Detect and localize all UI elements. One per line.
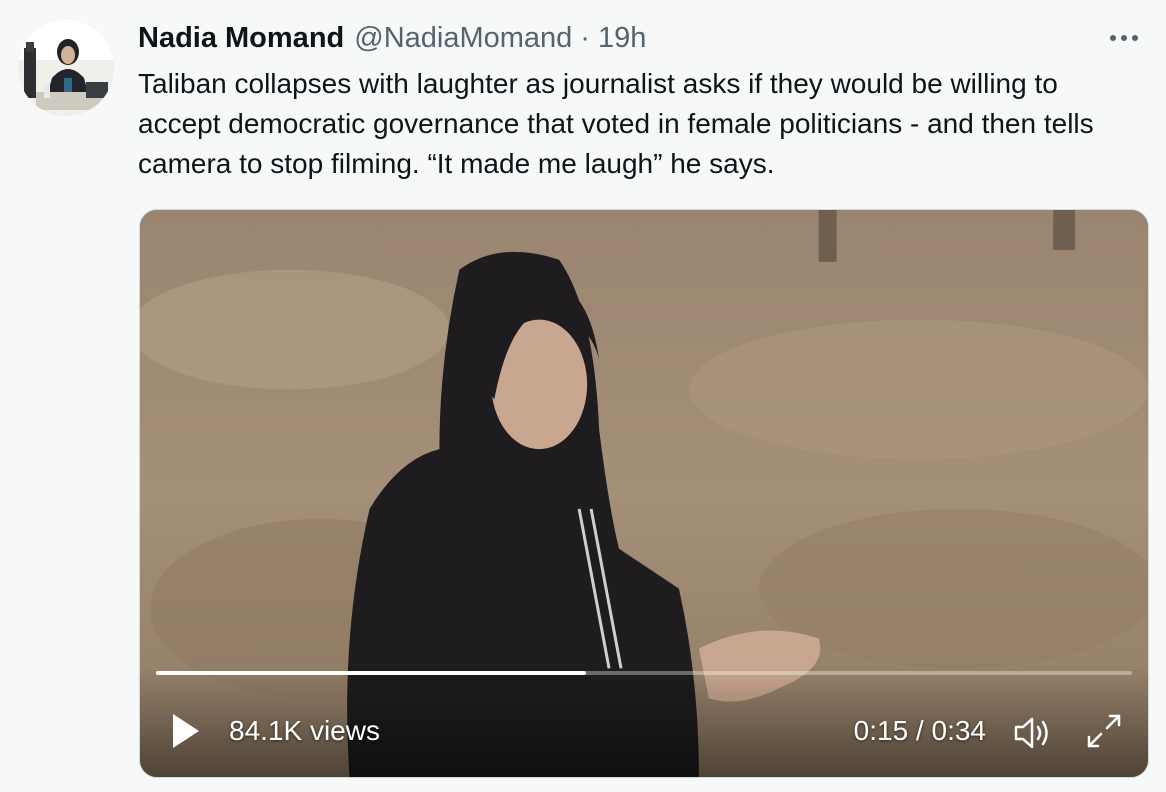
video-player[interactable]: 84.1K views 0:15 / 0:34 — [139, 209, 1149, 778]
view-count: 84.1K views — [229, 715, 380, 746]
play-icon[interactable] — [170, 711, 202, 751]
separator-dot: · — [580, 22, 590, 54]
tweet-header: Nadia Momand @NadiaMomand · 19h — [138, 22, 646, 58]
volume-icon[interactable] — [1012, 715, 1052, 751]
video-progress-fill — [156, 671, 587, 675]
avatar[interactable] — [18, 20, 114, 116]
tweet-timestamp[interactable]: 19h — [598, 22, 646, 55]
video-timecode: 0:15 / 0:34 — [853, 715, 986, 746]
fullscreen-icon[interactable] — [1084, 711, 1124, 751]
video-progress-bar[interactable] — [156, 671, 1132, 675]
more-dot — [1132, 35, 1138, 41]
author-handle[interactable]: @NadiaMomand — [354, 22, 572, 55]
more-dot — [1110, 35, 1116, 41]
tweet-text: Taliban collapses with laughter as journ… — [138, 68, 1094, 179]
author-name[interactable]: Nadia Momand — [138, 22, 344, 55]
avatar-image — [18, 20, 114, 116]
more-icon[interactable] — [1104, 20, 1144, 56]
more-dot — [1121, 35, 1127, 41]
tweet[interactable]: Nadia Momand @NadiaMomand · 19h Taliban … — [0, 0, 1166, 792]
